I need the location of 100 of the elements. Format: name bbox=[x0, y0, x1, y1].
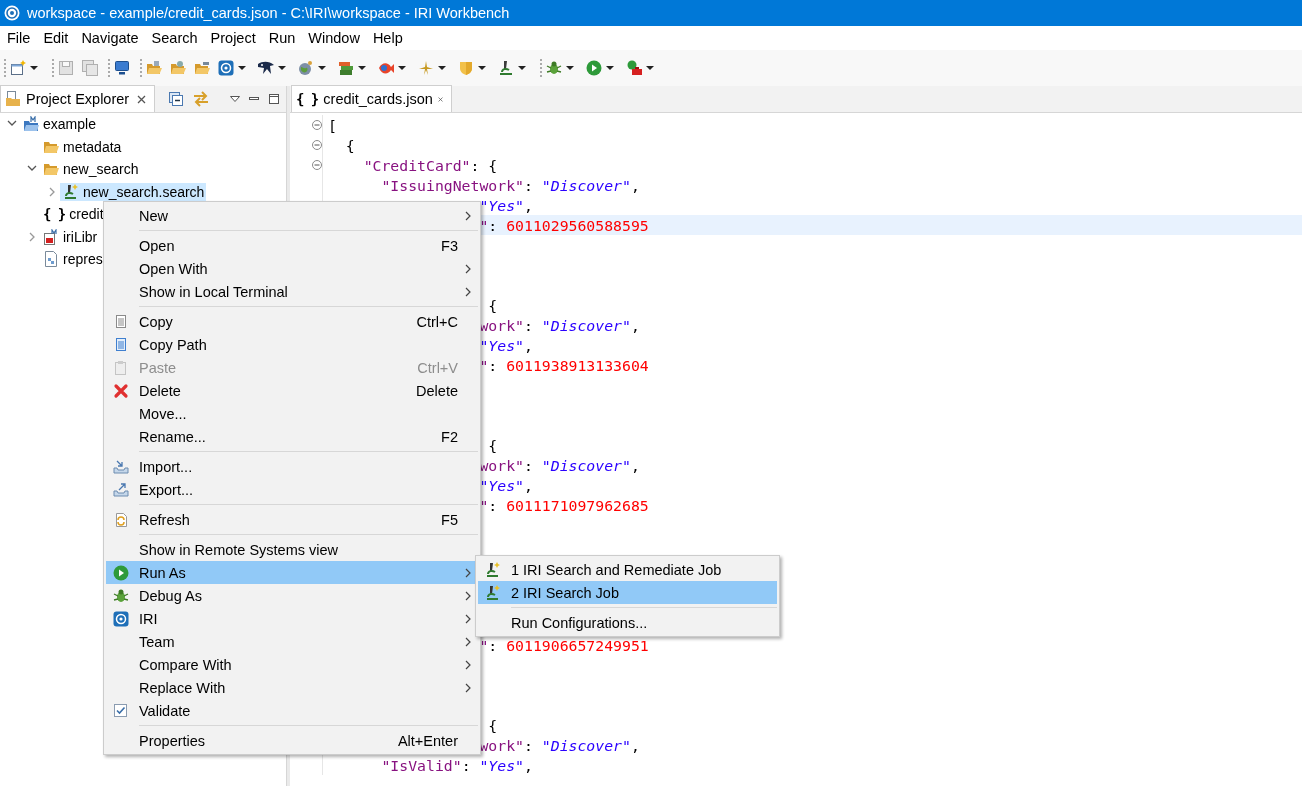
tree-item[interactable]: { } credit bbox=[40, 205, 106, 224]
tree-item[interactable]: new_search bbox=[40, 160, 141, 179]
tree-item[interactable]: iriLibr bbox=[40, 227, 100, 246]
code-line: "IsValid": "Yes", bbox=[381, 756, 533, 774]
menu-item[interactable]: Open F3 bbox=[106, 234, 478, 257]
menu-bar-item[interactable]: Run bbox=[261, 30, 302, 46]
toolbox-icon[interactable] bbox=[626, 60, 642, 76]
collapsed-chevron-icon[interactable] bbox=[27, 231, 37, 242]
dropdown-caret-icon[interactable] bbox=[398, 66, 406, 70]
menu-item[interactable]: Refresh F5 bbox=[106, 508, 478, 531]
spiral-logo-icon bbox=[113, 610, 129, 627]
dropdown-caret-icon[interactable] bbox=[30, 66, 38, 70]
dropdown-caret-icon[interactable] bbox=[318, 66, 326, 70]
menu-item[interactable]: IRI bbox=[106, 607, 478, 630]
code-line: work": "Discover", bbox=[479, 456, 640, 474]
code-line: "IssuingNetwork": "Discover", bbox=[381, 176, 640, 194]
menu-item[interactable]: Compare With bbox=[106, 653, 478, 676]
menu-item[interactable]: New bbox=[106, 204, 478, 227]
menu-item[interactable]: Show in Remote Systems view bbox=[106, 538, 478, 561]
code-line: work": "Discover", bbox=[479, 316, 640, 334]
fish-icon[interactable] bbox=[378, 60, 394, 76]
braces-icon: { } bbox=[43, 206, 66, 223]
menu-item[interactable]: Copy Ctrl+C bbox=[106, 310, 478, 333]
new-file-icon[interactable] bbox=[10, 60, 26, 76]
dropdown-caret-icon[interactable] bbox=[438, 66, 446, 70]
menu-item[interactable]: Validate bbox=[106, 699, 478, 722]
menu-item[interactable]: Properties Alt+Enter bbox=[106, 729, 478, 752]
library-icon bbox=[43, 228, 59, 245]
delete-icon bbox=[113, 382, 129, 399]
braces-icon: { } bbox=[296, 91, 319, 107]
tree-item[interactable]: repres bbox=[40, 250, 105, 269]
menu-bar-item[interactable]: Project bbox=[203, 30, 262, 46]
dropdown-caret-icon[interactable] bbox=[518, 66, 526, 70]
menu-item[interactable]: Run As bbox=[106, 561, 478, 584]
menu-item[interactable]: Delete Delete bbox=[106, 379, 478, 402]
collapse-fold-icon[interactable] bbox=[312, 160, 322, 170]
dropdown-caret-icon[interactable] bbox=[566, 66, 574, 70]
tree-item[interactable]: new_search.search bbox=[60, 182, 207, 201]
dropdown-caret-icon[interactable] bbox=[646, 66, 654, 70]
menu-item[interactable]: 2 IRI Search Job bbox=[478, 581, 777, 604]
collapsed-chevron-icon[interactable] bbox=[47, 186, 57, 197]
project-folder-icon bbox=[23, 116, 39, 133]
menu-bar-item[interactable]: File bbox=[0, 30, 37, 46]
menu-item[interactable]: Show in Local Terminal bbox=[106, 280, 478, 303]
view-menu-icon[interactable] bbox=[230, 95, 240, 102]
code-line: { bbox=[488, 296, 498, 314]
menu-item[interactable]: 1 IRI Search and Remediate Job bbox=[478, 558, 777, 581]
spiral-logo-icon[interactable] bbox=[218, 60, 234, 76]
maximize-icon[interactable] bbox=[268, 92, 280, 105]
dropdown-caret-icon[interactable] bbox=[606, 66, 614, 70]
code-line: ": 6011171097962685 bbox=[479, 496, 649, 514]
stack-icon[interactable] bbox=[338, 60, 354, 76]
bug-icon[interactable] bbox=[546, 60, 562, 76]
microscope-icon[interactable] bbox=[498, 60, 514, 76]
menu-item[interactable]: Export... bbox=[106, 478, 478, 501]
menu-item[interactable]: Replace With bbox=[106, 676, 478, 699]
tree-item[interactable]: example bbox=[20, 115, 98, 134]
tree-item[interactable]: metadata bbox=[40, 137, 124, 156]
dropdown-caret-icon[interactable] bbox=[478, 66, 486, 70]
menu-bar-item[interactable]: Search bbox=[144, 30, 204, 46]
menu-item[interactable]: Team bbox=[106, 630, 478, 653]
collapse-fold-icon[interactable] bbox=[312, 120, 322, 130]
dropdown-caret-icon[interactable] bbox=[358, 66, 366, 70]
clipboard-icon bbox=[113, 359, 129, 376]
project-explorer-tab[interactable]: Project Explorer bbox=[0, 85, 155, 112]
code-line: "CreditCard": { bbox=[363, 156, 498, 174]
folder-icon[interactable] bbox=[194, 60, 210, 76]
collapse-all-icon[interactable] bbox=[168, 90, 184, 107]
menu-bar-item[interactable]: Navigate bbox=[74, 30, 145, 46]
menu-item[interactable]: Copy Path bbox=[106, 333, 478, 356]
microscope-icon bbox=[485, 561, 501, 578]
menu-bar-item[interactable]: Window bbox=[301, 30, 366, 46]
code-line: "Yes", bbox=[479, 196, 533, 214]
menu-bar-item[interactable]: Help bbox=[365, 30, 409, 46]
close-icon[interactable] bbox=[437, 94, 443, 104]
editor-tab[interactable]: { } credit_cards.json bbox=[291, 85, 452, 112]
menu-item[interactable]: Open With bbox=[106, 257, 478, 280]
shortcut-label: Delete bbox=[416, 382, 458, 399]
checkbox-icon bbox=[113, 702, 129, 719]
refresh-icon bbox=[113, 511, 129, 528]
close-icon[interactable] bbox=[137, 94, 146, 104]
folder-icon bbox=[43, 161, 59, 178]
menu-item[interactable]: Rename... F2 bbox=[106, 425, 478, 448]
menu-item[interactable]: Import... bbox=[106, 455, 478, 478]
dropdown-caret-icon[interactable] bbox=[278, 66, 286, 70]
run-icon[interactable] bbox=[586, 60, 602, 76]
menu-item[interactable]: Debug As bbox=[106, 584, 478, 607]
monitor-icon[interactable] bbox=[114, 60, 130, 76]
menu-item[interactable]: Move... bbox=[106, 402, 478, 425]
collapse-fold-icon[interactable] bbox=[312, 140, 322, 150]
dropdown-caret-icon[interactable] bbox=[238, 66, 246, 70]
code-line: "Yes", bbox=[479, 476, 533, 494]
shortcut-label: Ctrl+C bbox=[416, 313, 458, 330]
whale-icon[interactable] bbox=[258, 60, 274, 76]
copy-icon bbox=[113, 313, 129, 330]
menu-item[interactable]: Run Configurations... bbox=[478, 611, 777, 634]
code-line: ": 6011906657249951 bbox=[479, 636, 649, 654]
menu-bar-item[interactable]: Edit bbox=[36, 30, 75, 46]
shortcut-label: F3 bbox=[441, 237, 458, 254]
shortcut-label: F2 bbox=[441, 428, 458, 445]
